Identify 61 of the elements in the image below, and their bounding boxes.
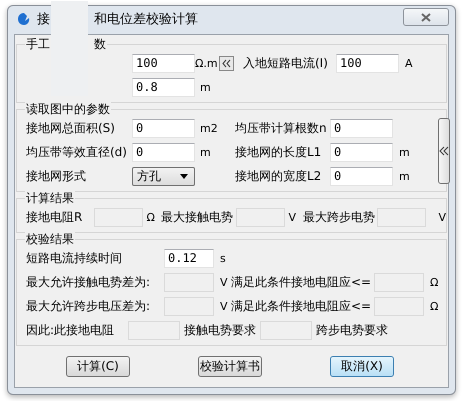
unit-label: s [220,252,226,264]
field-label: 最大允许接触电势差为: [26,274,152,290]
window-title: 接 [37,11,50,28]
input-field[interactable]: 0.12 [164,248,214,268]
double-chevron-icon [438,146,449,156]
window-title: 和电位差校验计算 [94,11,198,28]
group-heading: 手工 [26,36,50,52]
field-label: 接地网形式 [26,168,87,184]
double-chevron-icon [222,58,231,68]
app-icon [17,12,31,26]
unit-label: V [220,300,228,312]
unit-label: V [438,210,446,224]
unit-label: Ω.m [195,56,219,70]
input-field[interactable]: 0 [132,142,195,162]
unit-label: Ω [146,210,155,224]
field-label: 接触电势要求 [184,322,257,338]
input-field[interactable]: 0 [330,142,393,162]
unit-label: m [200,146,211,158]
dialog-button[interactable]: 计算(C) [66,356,130,377]
field-label: 接地网总面积(S) [26,120,116,136]
field-label: 最大允许跨步电压差为: [26,298,152,314]
input-field[interactable]: 100 [132,54,195,72]
field-label: 满足此条件接地电阻应<= [231,298,372,314]
field-label: 短路电流持续时间 [26,250,123,266]
field-label: 接地网的宽度L2 [235,168,322,184]
unit-label: m2 [200,122,218,134]
unit-label: m [399,170,410,182]
field-label: 接地网的长度L1 [235,144,322,160]
field-label: 均压带等效直径(d) [26,144,128,160]
input-field[interactable]: 0 [132,118,195,138]
input-field[interactable]: 0 [330,118,393,138]
group-heading: 数 [94,36,106,52]
field-label: 最大跨步电势 [303,208,376,226]
group-heading: 读取图中的参数 [26,101,110,117]
input-field[interactable]: 0 [330,166,393,186]
field-label: 因此:此接地电阻 [26,322,116,338]
field-label: 最大接触电势 [161,208,234,226]
unit-label: m [399,146,410,158]
unit-label: Ω [430,300,438,312]
collapse-button[interactable] [219,56,234,70]
unit-label: A [405,56,413,70]
input-field[interactable]: 100 [336,54,399,72]
field-label: 满足此条件接地电阻应<= [231,274,372,290]
field-label: 均压带计算根数n [235,120,328,136]
group-heading: 校验结果 [26,231,74,247]
dialog-button[interactable]: 取消(X) [330,356,394,377]
dropdown[interactable]: 方孔 [132,166,195,186]
collapse-button[interactable] [438,118,450,184]
close-button[interactable] [403,8,449,26]
close-icon [421,12,431,22]
input-field[interactable]: 0.8 [132,78,195,96]
unit-label: m [200,80,211,94]
unit-label: Ω [430,276,438,288]
field-label: 入地短路电流(I) [243,54,329,72]
unit-label: V [220,276,228,288]
dialog-button[interactable]: 校验计算书 [198,356,262,377]
field-label: 跨步电势要求 [316,322,388,338]
unit-label: V [288,210,296,224]
caret-icon [180,174,188,178]
group-heading: 计算结果 [26,190,74,206]
field-label: 接地电阻R [26,208,84,226]
